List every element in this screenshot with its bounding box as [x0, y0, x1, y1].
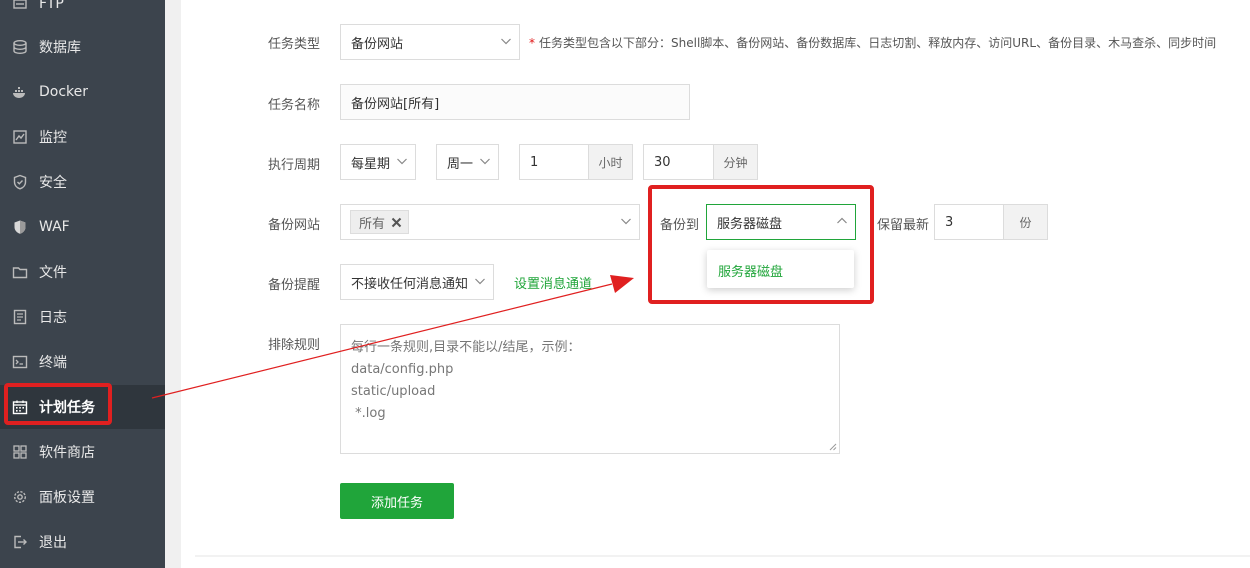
sidebar-item-label: 文件	[39, 265, 67, 281]
task-name-value: 备份网站[所有]	[351, 96, 440, 112]
folder-icon	[12, 264, 28, 280]
database-icon	[12, 39, 28, 55]
resize-handle-icon[interactable]	[829, 443, 837, 451]
exclude-placeholder-line: static/upload	[351, 384, 436, 399]
grid-icon	[12, 444, 28, 460]
gear-icon	[12, 489, 28, 505]
sidebar-item-label: 面板设置	[39, 490, 95, 506]
highlight-box	[648, 185, 874, 304]
backup-site-label: 备份网站	[268, 218, 321, 233]
hour-unit: 小时	[588, 144, 633, 180]
add-task-button[interactable]: 添加任务	[340, 483, 454, 519]
ftp-icon	[12, 0, 28, 12]
sidebar-item-logs[interactable]: 日志	[0, 295, 165, 339]
sidebar: FTP 数据库 Docker 监控 安全 WAF 文件 日志 终端 计划任务 软…	[0, 0, 165, 568]
sidebar-item-label: 数据库	[39, 40, 81, 56]
log-icon	[12, 309, 28, 325]
content-gutter	[165, 0, 181, 568]
sidebar-item-docker[interactable]: Docker	[0, 70, 165, 114]
minute-unit: 分钟	[713, 144, 758, 180]
sidebar-item-label: 软件商店	[39, 445, 95, 461]
sidebar-item-store[interactable]: 软件商店	[0, 430, 165, 474]
keep-latest-value: 3	[945, 214, 954, 230]
chevron-down-icon	[475, 278, 485, 285]
logout-icon	[12, 534, 28, 550]
terminal-icon	[12, 354, 28, 370]
sidebar-item-label: 退出	[39, 535, 67, 551]
sidebar-item-logout[interactable]: 退出	[0, 520, 165, 564]
sidebar-item-waf[interactable]: WAF	[0, 205, 165, 249]
task-type-label: 任务类型	[268, 37, 321, 52]
exclude-placeholder-line: 每行一条规则,目录不能以/结尾，示例：	[351, 340, 581, 355]
sidebar-item-settings[interactable]: 面板设置	[0, 475, 165, 519]
sidebar-item-ftp[interactable]: FTP	[0, 0, 165, 26]
chevron-down-icon	[480, 158, 490, 165]
period-label: 执行周期	[268, 158, 321, 173]
remind-select[interactable]: 不接收任何消息通知	[340, 264, 494, 300]
sidebar-item-label: 日志	[39, 310, 67, 326]
exclude-label: 排除规则	[268, 338, 321, 353]
waf-shield-icon	[12, 219, 28, 235]
close-icon[interactable]	[391, 217, 402, 228]
task-name-label: 任务名称	[268, 98, 321, 113]
sidebar-item-label: FTP	[39, 0, 64, 12]
weekday-value: 周一	[447, 156, 474, 172]
chevron-down-icon	[501, 38, 511, 45]
remind-label: 备份提醒	[268, 278, 321, 293]
sidebar-item-monitor[interactable]: 监控	[0, 115, 165, 159]
task-type-hint: * 任务类型包含以下部分：Shell脚本、备份网站、备份数据库、日志切割、释放内存…	[529, 36, 1217, 50]
keep-latest-input[interactable]: 3	[934, 204, 1004, 240]
panel-divider	[195, 555, 1250, 557]
set-message-channel-link[interactable]: 设置消息通道	[514, 273, 592, 292]
weekday-select[interactable]: 周一	[436, 144, 499, 180]
sidebar-item-security[interactable]: 安全	[0, 160, 165, 204]
minute-input[interactable]: 30	[643, 144, 714, 180]
hour-input[interactable]: 1	[519, 144, 589, 180]
highlight-box-sidebar	[4, 383, 112, 425]
sidebar-item-label: 安全	[39, 175, 67, 191]
monitor-icon	[12, 129, 28, 145]
keep-latest-label: 保留最新	[877, 218, 930, 233]
keep-latest-unit: 份	[1003, 204, 1048, 240]
sidebar-item-label: 监控	[39, 130, 67, 146]
site-tag: 所有	[350, 210, 410, 234]
exclude-textarea[interactable]: 每行一条规则,目录不能以/结尾，示例： data/config.php stat…	[340, 324, 840, 454]
hour-value: 1	[530, 154, 539, 170]
sidebar-item-label: 终端	[39, 355, 67, 371]
task-type-value: 备份网站	[351, 36, 404, 52]
task-name-input[interactable]: 备份网站[所有]	[340, 84, 690, 120]
chevron-down-icon	[397, 158, 407, 165]
exclude-placeholder-line: *.log	[351, 406, 386, 421]
remind-value: 不接收任何消息通知	[351, 276, 469, 292]
chevron-down-icon	[621, 218, 631, 225]
shield-icon	[12, 174, 28, 190]
sidebar-item-files[interactable]: 文件	[0, 250, 165, 294]
sidebar-item-database[interactable]: 数据库	[0, 25, 165, 69]
sidebar-item-label: Docker	[39, 84, 89, 100]
docker-icon	[12, 84, 28, 100]
site-tag-label: 所有	[359, 216, 386, 232]
period-unit-value: 每星期	[351, 156, 391, 172]
exclude-placeholder-line: data/config.php	[351, 362, 454, 377]
period-unit-select[interactable]: 每星期	[340, 144, 416, 180]
sidebar-item-terminal[interactable]: 终端	[0, 340, 165, 384]
minute-value: 30	[654, 154, 671, 170]
sidebar-item-label: WAF	[39, 219, 70, 235]
task-type-select[interactable]: 备份网站	[340, 24, 520, 60]
